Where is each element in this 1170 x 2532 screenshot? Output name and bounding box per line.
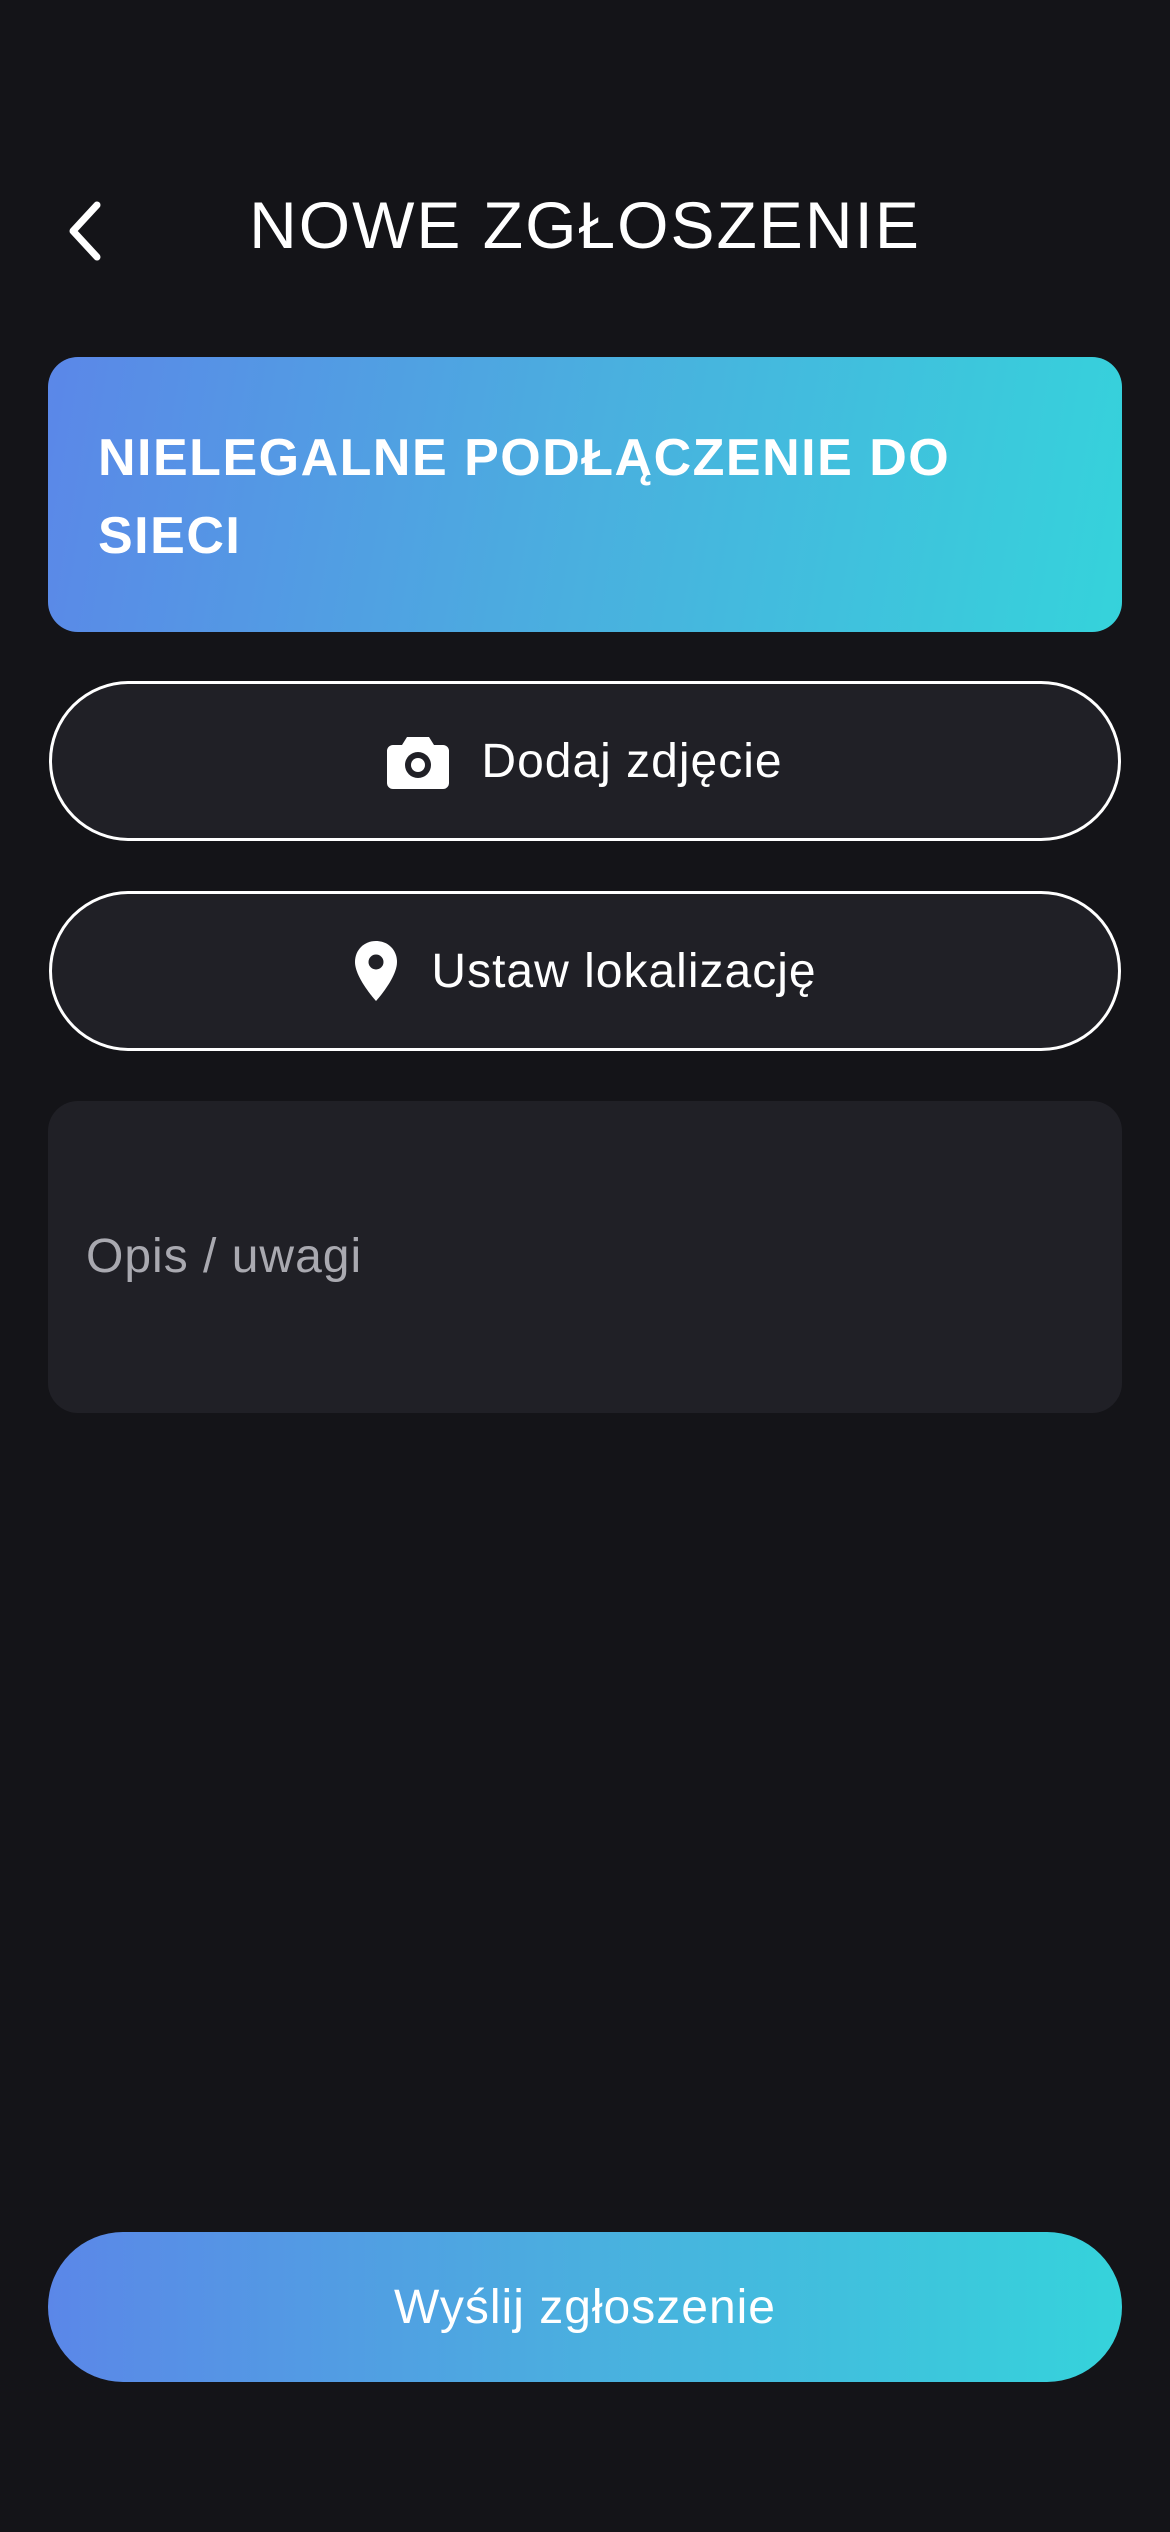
category-title: NIELEGALNE PODŁĄCZENIE DO SIECI: [98, 429, 951, 565]
set-location-button[interactable]: Ustaw lokalizację: [49, 891, 1121, 1051]
description-input[interactable]: [86, 1222, 1084, 1292]
map-pin-icon: [353, 939, 399, 1003]
camera-icon: [387, 733, 450, 789]
add-photo-label: Dodaj zdjęcie: [481, 734, 783, 788]
submit-button[interactable]: Wyślij zgłoszenie: [48, 2232, 1122, 2382]
page-title: NOWE ZGŁOSZENIE: [249, 188, 921, 262]
category-banner: NIELEGALNE PODŁĄCZENIE DO SIECI: [48, 357, 1122, 632]
description-field-container: [48, 1101, 1122, 1413]
add-photo-button[interactable]: Dodaj zdjęcie: [49, 681, 1121, 841]
set-location-label: Ustaw lokalizację: [431, 944, 817, 998]
header: NOWE ZGŁOSZENIE: [0, 170, 1170, 280]
